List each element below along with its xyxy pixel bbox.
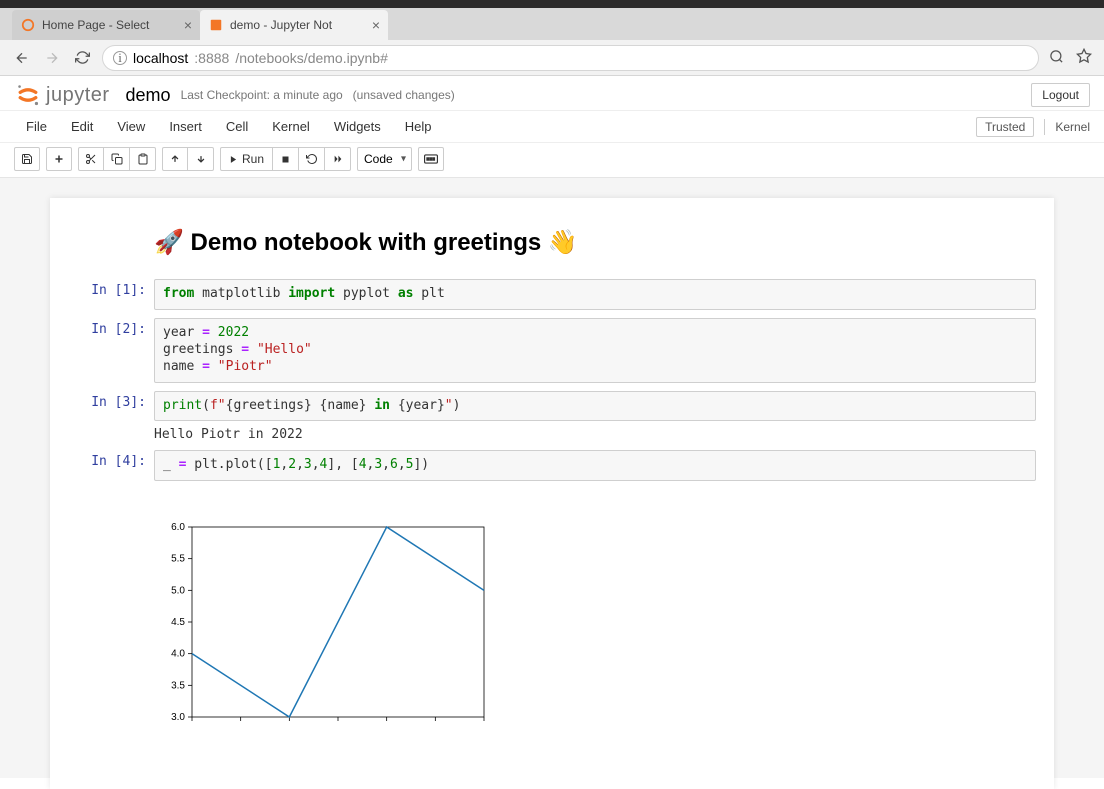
run-button[interactable]: Run xyxy=(220,147,273,171)
svg-text:3.0: 3.0 xyxy=(171,712,185,723)
address-bar: i localhost :8888/notebooks/demo.ipynb# xyxy=(0,40,1104,76)
svg-text:5.5: 5.5 xyxy=(171,554,185,565)
kernel-name[interactable]: Kernel xyxy=(1055,120,1090,134)
save-button[interactable] xyxy=(14,147,40,171)
code-input[interactable]: year = 2022 greetings = "Hello" name = "… xyxy=(154,318,1036,383)
code-output: Hello Piotr in 2022 xyxy=(154,421,1036,442)
jupyter-logo[interactable]: jupyter xyxy=(14,82,110,108)
url-port: :8888 xyxy=(194,50,229,66)
close-icon[interactable]: × xyxy=(184,18,192,32)
menu-cell[interactable]: Cell xyxy=(214,115,260,138)
reload-button[interactable] xyxy=(72,48,92,68)
interrupt-button[interactable] xyxy=(273,147,299,171)
unsaved-text: (unsaved changes) xyxy=(353,88,455,102)
jupyter-favicon-icon xyxy=(20,17,36,33)
toolbar: Run Code xyxy=(0,143,1104,178)
menu-view[interactable]: View xyxy=(105,115,157,138)
command-palette-button[interactable] xyxy=(418,147,444,171)
trusted-indicator[interactable]: Trusted xyxy=(976,117,1034,137)
line-chart: 3.0 3.5 4.0 4.5 5.0 5.5 6.0 xyxy=(154,517,494,727)
menu-edit[interactable]: Edit xyxy=(59,115,105,138)
svg-text:6.0: 6.0 xyxy=(171,522,185,533)
prompt-in: In [2]: xyxy=(68,318,154,383)
cut-button[interactable] xyxy=(78,147,104,171)
info-icon[interactable]: i xyxy=(113,51,127,65)
svg-text:3.5: 3.5 xyxy=(171,681,185,692)
url-path: /notebooks/demo.ipynb# xyxy=(235,50,388,66)
notebook-header: jupyter demo Last Checkpoint: a minute a… xyxy=(0,76,1104,110)
url-input[interactable]: i localhost :8888/notebooks/demo.ipynb# xyxy=(102,45,1039,71)
browser-tab-home[interactable]: Home Page - Select × xyxy=(12,10,200,40)
restart-run-all-button[interactable] xyxy=(325,147,351,171)
plot-output: 3.0 3.5 4.0 4.5 5.0 5.5 6.0 xyxy=(154,481,1036,757)
markdown-cell[interactable]: 🚀 Demo notebook with greetings 👋 xyxy=(68,222,1036,271)
prompt-in: In [1]: xyxy=(68,279,154,310)
prompt-in: In [3]: xyxy=(68,391,154,443)
menu-file[interactable]: File xyxy=(14,115,59,138)
notebook-name[interactable]: demo xyxy=(126,85,171,106)
logout-button[interactable]: Logout xyxy=(1031,83,1090,107)
markdown-heading: 🚀 Demo notebook with greetings 👋 xyxy=(154,228,1036,257)
code-cell-2[interactable]: In [2]: year = 2022 greetings = "Hello" … xyxy=(68,318,1036,383)
run-label: Run xyxy=(242,152,264,166)
code-input[interactable]: print(f"{greetings} {name} in {year}") xyxy=(154,391,1036,422)
url-host: localhost xyxy=(133,50,188,66)
back-button[interactable] xyxy=(12,48,32,68)
forward-button[interactable] xyxy=(42,48,62,68)
tab-title: demo - Jupyter Not xyxy=(230,18,366,32)
restart-button[interactable] xyxy=(299,147,325,171)
copy-button[interactable] xyxy=(104,147,130,171)
code-cell-3[interactable]: In [3]: print(f"{greetings} {name} in {y… xyxy=(68,391,1036,443)
menu-widgets[interactable]: Widgets xyxy=(322,115,393,138)
svg-text:5.0: 5.0 xyxy=(171,586,185,597)
browser-tab-demo[interactable]: demo - Jupyter Not × xyxy=(200,10,388,40)
code-input[interactable]: from matplotlib import pyplot as plt xyxy=(154,279,1036,310)
cell-type-select[interactable]: Code xyxy=(357,147,412,171)
browser-tab-strip: Home Page - Select × demo - Jupyter Not … xyxy=(0,8,1104,40)
prompt-in: In [4]: xyxy=(68,450,154,757)
tab-title: Home Page - Select xyxy=(42,18,178,32)
svg-text:4.5: 4.5 xyxy=(171,617,185,628)
bookmark-icon[interactable] xyxy=(1076,48,1092,67)
move-down-button[interactable] xyxy=(188,147,214,171)
checkpoint-text: Last Checkpoint: a minute ago xyxy=(181,88,343,102)
menu-insert[interactable]: Insert xyxy=(157,115,214,138)
code-input[interactable]: _ = plt.plot([1,2,3,4], [4,3,6,5]) xyxy=(154,450,1036,481)
logo-text: jupyter xyxy=(46,84,110,107)
menu-kernel[interactable]: Kernel xyxy=(260,115,322,138)
notebook-sheet: 🚀 Demo notebook with greetings 👋 In [1]:… xyxy=(50,198,1054,789)
paste-button[interactable] xyxy=(130,147,156,171)
code-cell-4[interactable]: In [4]: _ = plt.plot([1,2,3,4], [4,3,6,5… xyxy=(68,450,1036,757)
code-cell-1[interactable]: In [1]: from matplotlib import pyplot as… xyxy=(68,279,1036,310)
zoom-icon[interactable] xyxy=(1049,49,1064,67)
menu-help[interactable]: Help xyxy=(393,115,444,138)
svg-text:4.0: 4.0 xyxy=(171,649,185,660)
add-cell-button[interactable] xyxy=(46,147,72,171)
menu-bar: File Edit View Insert Cell Kernel Widget… xyxy=(0,110,1104,143)
notebook-favicon-icon xyxy=(208,17,224,33)
move-up-button[interactable] xyxy=(162,147,188,171)
close-icon[interactable]: × xyxy=(372,18,380,32)
